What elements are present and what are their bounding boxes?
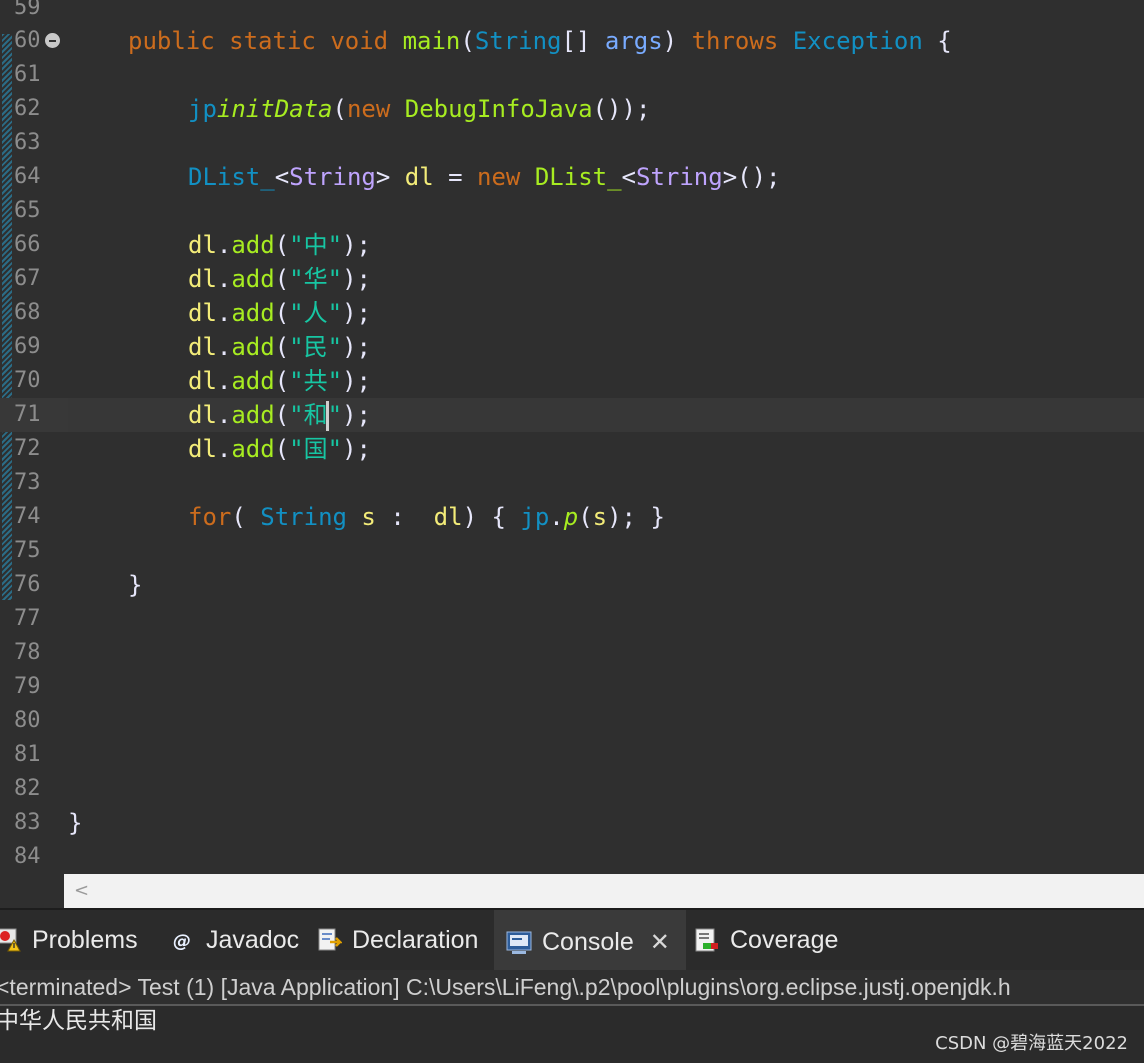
code-line[interactable]: 78 bbox=[0, 636, 1144, 670]
code-text: DList_<String> dl = new DList_<String>()… bbox=[188, 163, 781, 191]
code-text: dl.add("国"); bbox=[188, 435, 371, 463]
line-number: 64 bbox=[14, 164, 41, 189]
tab-label: Javadoc bbox=[206, 925, 300, 954]
line-number: 84 bbox=[14, 844, 41, 869]
line-number: 62 bbox=[14, 96, 41, 121]
line-number: 82 bbox=[14, 776, 41, 801]
code-line[interactable]: 79 bbox=[0, 670, 1144, 704]
code-line[interactable]: 77 bbox=[0, 602, 1144, 636]
line-number: 79 bbox=[14, 674, 41, 699]
horizontal-scrollbar[interactable]: < bbox=[64, 874, 1144, 908]
tab-console[interactable]: Console ✕ bbox=[494, 910, 686, 972]
code-text: } bbox=[68, 809, 83, 837]
code-line[interactable]: 69 dl.add("民"); bbox=[0, 330, 1144, 364]
declaration-icon bbox=[316, 927, 344, 953]
code-line[interactable]: 68 dl.add("人"); bbox=[0, 296, 1144, 330]
tab-declaration[interactable]: Declaration bbox=[316, 910, 478, 970]
close-icon[interactable]: ✕ bbox=[650, 928, 670, 956]
console-process-status: <terminated> Test (1) [Java Application]… bbox=[0, 970, 1144, 1004]
line-number: 63 bbox=[14, 130, 41, 155]
svg-text:@: @ bbox=[173, 931, 191, 952]
line-number: 77 bbox=[14, 606, 41, 631]
code-text: jpinitData(new DebugInfoJava()); bbox=[188, 95, 651, 123]
line-number: 80 bbox=[14, 708, 41, 733]
code-text: dl.add("中"); bbox=[188, 231, 371, 259]
code-line[interactable]: 70 dl.add("共"); bbox=[0, 364, 1144, 398]
code-line-current[interactable]: 71 dl.add("和"); bbox=[0, 398, 1144, 432]
code-line[interactable]: 82 bbox=[0, 772, 1144, 806]
code-line[interactable]: 73 bbox=[0, 466, 1144, 500]
tab-problems[interactable]: Problems bbox=[0, 910, 138, 970]
code-line[interactable]: 67 dl.add("华"); bbox=[0, 262, 1144, 296]
line-number: 68 bbox=[14, 300, 41, 325]
line-number: 81 bbox=[14, 742, 41, 767]
line-number: 74 bbox=[14, 504, 41, 529]
code-line[interactable]: 72 dl.add("国"); bbox=[0, 432, 1144, 466]
line-number: 75 bbox=[14, 538, 41, 563]
tab-label: Problems bbox=[32, 925, 138, 954]
tab-label: Coverage bbox=[730, 925, 839, 954]
line-number: 65 bbox=[14, 198, 41, 223]
code-line[interactable]: 61 bbox=[0, 58, 1144, 92]
line-number: 71 bbox=[14, 402, 41, 427]
line-number: 70 bbox=[14, 368, 41, 393]
code-line[interactable]: 76 } bbox=[0, 568, 1144, 602]
code-text: dl.add("和"); bbox=[188, 401, 371, 431]
tab-label: Console bbox=[542, 927, 634, 956]
code-line[interactable]: 63 bbox=[0, 126, 1144, 160]
scroll-left-icon[interactable]: < bbox=[74, 880, 89, 901]
javadoc-icon: @ bbox=[170, 927, 196, 953]
code-line[interactable]: 60 public static void main(String[] args… bbox=[0, 24, 1144, 58]
line-number: 61 bbox=[14, 62, 41, 87]
code-line[interactable]: 66 dl.add("中"); bbox=[0, 228, 1144, 262]
code-line[interactable]: 65 bbox=[0, 194, 1144, 228]
watermark: CSDN @碧海蓝天2022 bbox=[935, 1033, 1128, 1054]
code-line[interactable]: 75 bbox=[0, 534, 1144, 568]
tab-javadoc[interactable]: @ Javadoc bbox=[170, 910, 299, 970]
console-icon bbox=[506, 929, 532, 955]
code-line[interactable]: 83 } bbox=[0, 806, 1144, 840]
line-number: 67 bbox=[14, 266, 41, 291]
code-line[interactable]: 84 bbox=[0, 840, 1144, 874]
line-number: 83 bbox=[14, 810, 41, 835]
line-number: 69 bbox=[14, 334, 41, 359]
problems-icon bbox=[0, 927, 22, 953]
code-line[interactable]: 80 bbox=[0, 704, 1144, 738]
tab-label: Declaration bbox=[352, 925, 479, 954]
console-output-area[interactable]: 中华人民共和国 CSDN @碧海蓝天2022 bbox=[0, 1006, 1144, 1063]
panel-tab-bar: Problems @ Javadoc Declaration Console ✕… bbox=[0, 910, 1144, 972]
line-number: 73 bbox=[14, 470, 41, 495]
code-text: dl.add("华"); bbox=[188, 265, 371, 293]
line-number: 72 bbox=[14, 436, 41, 461]
code-text: } bbox=[128, 571, 143, 599]
code-text: public static void main(String[] args) t… bbox=[128, 27, 952, 55]
code-line[interactable]: 64 DList_<String> dl = new DList_<String… bbox=[0, 160, 1144, 194]
code-line[interactable]: 81 bbox=[0, 738, 1144, 772]
code-line[interactable]: 74 for( String s : dl) { jp.p(s); } bbox=[0, 500, 1144, 534]
collapse-fold-icon[interactable] bbox=[45, 33, 60, 48]
code-editor[interactable]: 59 60 public static void main(String[] a… bbox=[0, 0, 1144, 874]
code-text: dl.add("人"); bbox=[188, 299, 371, 327]
line-number: 78 bbox=[14, 640, 41, 665]
code-text: dl.add("民"); bbox=[188, 333, 371, 361]
tab-coverage[interactable]: Coverage bbox=[694, 910, 838, 970]
code-text: for( String s : dl) { jp.p(s); } bbox=[188, 503, 665, 531]
console-output-text: 中华人民共和国 bbox=[0, 1008, 157, 1034]
code-line[interactable]: 62 jpinitData(new DebugInfoJava()); bbox=[0, 92, 1144, 126]
code-text: dl.add("共"); bbox=[188, 367, 371, 395]
line-number: 76 bbox=[14, 572, 41, 597]
line-number: 59 bbox=[14, 0, 41, 20]
coverage-icon bbox=[694, 927, 720, 953]
code-line[interactable]: 59 bbox=[0, 0, 1144, 25]
line-number: 60 bbox=[14, 28, 41, 53]
line-number: 66 bbox=[14, 232, 41, 257]
